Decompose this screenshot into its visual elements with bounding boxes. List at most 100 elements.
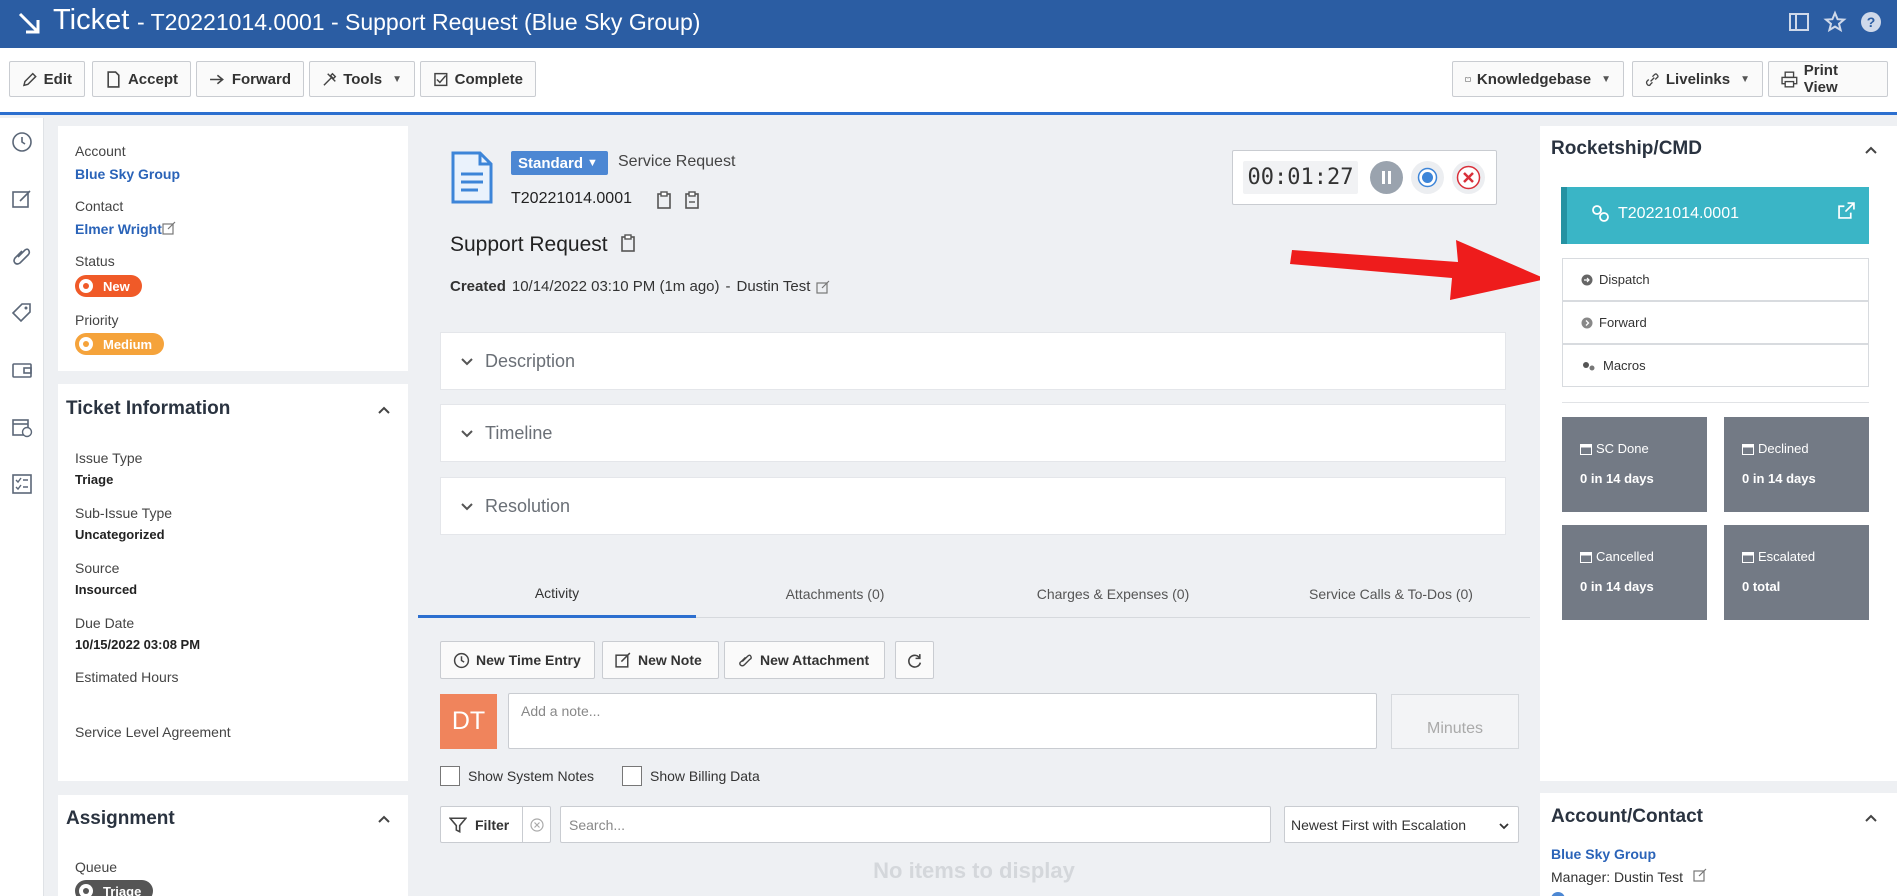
wallet-icon[interactable] <box>10 358 34 382</box>
tag-icon[interactable] <box>10 301 34 325</box>
description-section[interactable]: Description <box>440 332 1506 390</box>
account-link[interactable]: Blue Sky Group <box>75 166 180 182</box>
edit-icon[interactable] <box>162 221 176 235</box>
print-view-button[interactable]: Print View <box>1768 61 1888 97</box>
cancelled-tile[interactable]: Cancelled 0 in 14 days <box>1562 525 1707 620</box>
source-label: Source <box>75 560 120 576</box>
new-note-button[interactable]: New Note <box>602 641 719 679</box>
status-label: Status <box>75 253 115 269</box>
show-system-notes-label: Show System Notes <box>468 768 595 784</box>
copy-icon[interactable] <box>620 234 636 252</box>
sort-select[interactable]: Newest First with Escalation <box>1284 806 1519 843</box>
accept-button[interactable]: Accept <box>92 61 191 97</box>
checklist-icon[interactable] <box>10 472 34 496</box>
paperclip-icon[interactable] <box>10 244 34 268</box>
checkbox-icon <box>434 72 448 86</box>
new-attachment-button[interactable]: New Attachment <box>724 641 885 679</box>
account-contact-account-link[interactable]: Blue Sky Group <box>1551 846 1656 862</box>
filter-icon <box>449 816 467 833</box>
assignment-title: Assignment <box>66 808 175 829</box>
edit-icon[interactable] <box>816 280 830 294</box>
sort-value: Newest First with Escalation <box>1291 817 1467 833</box>
tools-icon <box>323 72 337 86</box>
arrow-circle-icon <box>1581 274 1593 285</box>
edit-note-icon[interactable] <box>10 187 34 211</box>
account-label: Account <box>75 143 126 159</box>
new-note-label: New Note <box>638 652 702 668</box>
declined-tile[interactable]: Declined 0 in 14 days <box>1724 417 1869 512</box>
refresh-icon <box>908 653 922 668</box>
sc-done-tile[interactable]: SC Done 0 in 14 days <box>1562 417 1707 512</box>
complete-button[interactable]: Complete <box>420 61 536 97</box>
resolution-section[interactable]: Resolution <box>440 477 1506 535</box>
category-dropdown[interactable]: Standard ▼ <box>511 151 608 175</box>
due-date-label: Due Date <box>75 615 135 631</box>
help-icon[interactable]: ? <box>1859 10 1883 34</box>
tab-activity[interactable]: Activity <box>418 570 696 618</box>
tab-service-calls[interactable]: Service Calls & To-Dos (0) <box>1252 570 1530 618</box>
external-link-icon[interactable] <box>1838 202 1855 219</box>
record-button[interactable] <box>1411 161 1444 194</box>
eye-icon <box>79 884 93 896</box>
pause-button[interactable] <box>1370 161 1403 194</box>
note-input[interactable]: Add a note... <box>508 693 1377 749</box>
tools-label: Tools <box>343 70 383 88</box>
new-time-entry-button[interactable]: New Time Entry <box>440 641 595 679</box>
status-value: New <box>103 278 130 294</box>
timeline-section[interactable]: Timeline <box>440 404 1506 462</box>
book-icon <box>1465 76 1471 82</box>
chevron-up-icon[interactable] <box>1864 143 1878 157</box>
tab-charges[interactable]: Charges & Expenses (0) <box>974 570 1252 618</box>
refresh-button[interactable] <box>895 641 934 679</box>
forward-action[interactable]: Forward <box>1562 301 1869 344</box>
contact-link[interactable]: Elmer Wright <box>75 221 162 237</box>
rocketship-ticket-card[interactable]: T20221014.0001 <box>1561 187 1869 244</box>
accept-label: Accept <box>127 70 178 88</box>
arrow-icon[interactable] <box>16 10 44 38</box>
chevron-up-icon[interactable] <box>377 812 391 826</box>
ticket-title: Support Request <box>450 233 608 256</box>
new-attachment-label: New Attachment <box>760 652 870 668</box>
chevron-down-icon <box>461 358 473 366</box>
clear-filter-button[interactable] <box>522 807 550 842</box>
chevron-up-icon[interactable] <box>1864 811 1878 825</box>
show-billing-data-checkbox[interactable]: Show Billing Data <box>622 766 760 786</box>
panel-toggle-icon[interactable] <box>1787 10 1811 34</box>
clipboard-link-icon[interactable] <box>684 191 700 209</box>
priority-label: Priority <box>75 312 119 328</box>
calendar-clock-icon[interactable] <box>10 415 34 439</box>
dispatch-label: Dispatch <box>1599 272 1650 287</box>
livelinks-button[interactable]: Livelinks ▼ <box>1632 61 1763 97</box>
copy-icon[interactable] <box>656 191 672 209</box>
minutes-input[interactable]: Minutes <box>1391 694 1519 749</box>
description-label: Description <box>485 350 576 371</box>
show-system-notes-checkbox[interactable]: Show System Notes <box>440 766 594 786</box>
chevron-up-icon[interactable] <box>377 403 391 417</box>
edit-icon[interactable] <box>1693 868 1707 882</box>
forward-button[interactable]: Forward <box>196 61 304 97</box>
dispatch-action[interactable]: Dispatch <box>1562 258 1869 301</box>
tab-attachments[interactable]: Attachments (0) <box>696 570 974 618</box>
search-input[interactable]: Search... <box>560 806 1271 843</box>
tools-button[interactable]: Tools ▼ <box>309 61 415 97</box>
cancelled-value: 0 in 14 days <box>1580 579 1654 594</box>
edit-button[interactable]: Edit <box>9 61 85 97</box>
caret-down-icon: ▼ <box>1601 73 1611 85</box>
escalated-tile[interactable]: Escalated 0 total <box>1724 525 1869 620</box>
queue-label: Queue <box>75 859 118 875</box>
escalated-label: Escalated <box>1758 549 1816 564</box>
account-contact-title: Account/Contact <box>1551 806 1703 827</box>
rocketship-title: Rocketship/CMD <box>1551 138 1702 159</box>
clock-icon[interactable] <box>10 130 34 154</box>
paperclip-icon <box>739 654 752 666</box>
gears-icon <box>1583 361 1595 370</box>
star-icon[interactable] <box>1823 10 1847 34</box>
tab-bar: Activity Attachments (0) Charges & Expen… <box>418 570 1530 618</box>
issue-type-label: Issue Type <box>75 450 143 466</box>
knowledgebase-button[interactable]: Knowledgebase ▼ <box>1452 61 1624 97</box>
checkbox-box <box>440 766 460 786</box>
cancel-timer-button[interactable] <box>1452 161 1485 194</box>
filter-button[interactable]: Filter <box>440 806 551 843</box>
macros-action[interactable]: Macros <box>1562 344 1869 387</box>
livelinks-label: Livelinks <box>1665 70 1731 88</box>
